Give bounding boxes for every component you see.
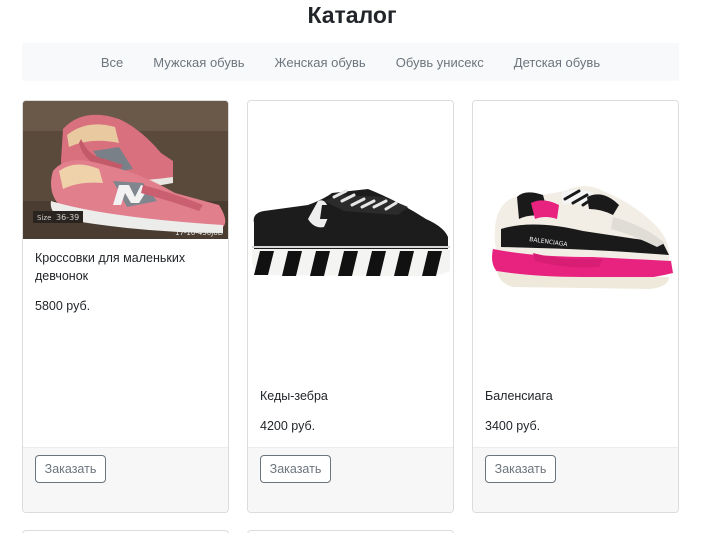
- product-title: Баленсиага: [485, 389, 553, 403]
- card-footer: Заказать: [248, 447, 453, 512]
- nav-item-unisex[interactable]: Обувь унисекс: [381, 55, 499, 70]
- product-title: Кроссовки для маленьких девчонок: [35, 251, 186, 283]
- product-price: 5800 руб.: [35, 299, 91, 313]
- card-body: Баленсиага 3400 руб.: [485, 387, 667, 433]
- product-card: Кеды-зебра 4200 руб. Заказать: [247, 100, 454, 513]
- product-price: 3400 руб.: [485, 419, 541, 433]
- product-image[interactable]: BALENCIAGA: [473, 101, 678, 381]
- order-button[interactable]: Заказать: [260, 455, 331, 483]
- nav-item-kids[interactable]: Детская обувь: [499, 55, 615, 70]
- page-title: Каталог: [307, 2, 397, 28]
- product-price: 4200 руб.: [260, 419, 316, 433]
- card-footer: Заказать: [23, 447, 228, 512]
- product-card: Size 36-39 17-10-450J6D Кроссовки для ма…: [22, 100, 229, 513]
- nav-item-women[interactable]: Женская обувь: [260, 55, 381, 70]
- size-tag: 36-39: [56, 213, 79, 222]
- nav-item-all[interactable]: Все: [86, 55, 138, 70]
- order-button[interactable]: Заказать: [35, 455, 106, 483]
- svg-text:Size: Size: [37, 214, 51, 222]
- order-button[interactable]: Заказать: [485, 455, 556, 483]
- card-body: Кроссовки для маленьких девчонок 5800 ру…: [35, 249, 217, 313]
- product-title: Кеды-зебра: [260, 389, 328, 403]
- image-caption: 17-10-450J6D: [175, 229, 223, 237]
- product-image[interactable]: [248, 101, 453, 381]
- category-nav: Все Мужская обувь Женская обувь Обувь ун…: [22, 43, 679, 81]
- product-card: BALENCIAGA Баленсиага 3400 руб. Заказать: [472, 100, 679, 513]
- card-body: Кеды-зебра 4200 руб.: [260, 387, 442, 433]
- card-footer: Заказать: [473, 447, 678, 512]
- product-image[interactable]: Size 36-39 17-10-450J6D: [23, 101, 228, 239]
- nav-item-men[interactable]: Мужская обувь: [138, 55, 259, 70]
